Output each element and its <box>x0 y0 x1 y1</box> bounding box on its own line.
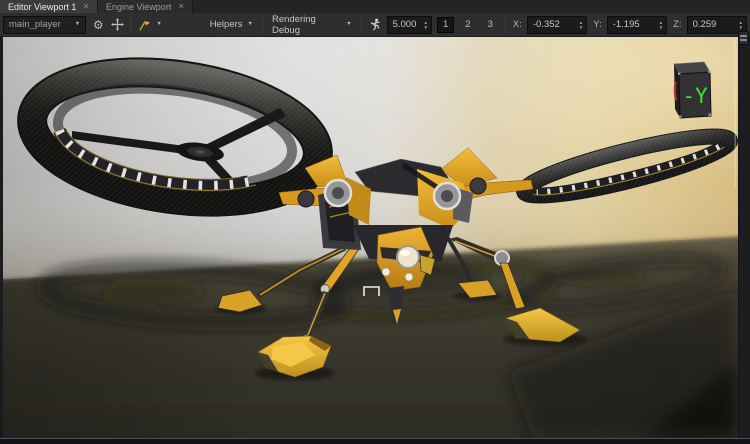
spin-down-icon[interactable]: ▼ <box>424 26 428 29</box>
spin-up-icon[interactable]: ▲ <box>659 21 663 24</box>
viewport-toolbar: main_player ▼ ⚙ ▼ Helpers ▼ <box>0 13 750 37</box>
toolbar-separator <box>130 17 131 33</box>
coord-y-label: Y: <box>593 19 601 30</box>
coord-x-value: -0.352 <box>533 19 576 30</box>
helpers-menu-button[interactable]: Helpers ▼ <box>207 16 256 34</box>
viewport-canvas[interactable]: -Y <box>3 37 738 438</box>
coord-y-input[interactable]: -1.195 ▲ ▼ <box>607 16 667 34</box>
coord-z-value: 0.259 <box>693 19 736 30</box>
camera-select-value: main_player <box>9 19 61 30</box>
tab-label: Editor Viewport 1 <box>8 2 76 12</box>
spin-down-icon[interactable]: ▼ <box>579 26 583 29</box>
spin-down-icon[interactable]: ▼ <box>659 26 663 29</box>
right-panel-edge <box>738 37 750 438</box>
editor-window: Editor Viewport 1 × Engine Viewport × ma… <box>0 0 750 444</box>
chevron-down-icon: ▼ <box>75 22 80 28</box>
move-tool-icon[interactable] <box>110 17 124 33</box>
close-icon[interactable]: × <box>83 2 89 12</box>
coord-z-label: Z: <box>673 19 681 30</box>
tab-label: Engine Viewport <box>106 2 171 12</box>
spin-up-icon[interactable]: ▲ <box>424 21 428 24</box>
close-icon[interactable]: × <box>178 2 184 12</box>
camera-slot-3-button[interactable]: 3 <box>482 17 499 33</box>
window-bottom-border <box>0 438 750 444</box>
coord-x-label: X: <box>513 19 522 30</box>
chevron-down-icon[interactable]: ▼ <box>156 22 161 28</box>
coord-y-value: -1.195 <box>613 19 656 30</box>
pick-object-tool-icon[interactable] <box>137 17 151 33</box>
coord-x-input[interactable]: -0.352 ▲ ▼ <box>527 16 587 34</box>
axis-gizmo-label: -Y <box>682 84 708 108</box>
viewport-tab-bar: Editor Viewport 1 × Engine Viewport × <box>0 0 750 13</box>
camera-speed-value: 5.000 <box>393 19 421 30</box>
gear-icon[interactable]: ⚙ <box>91 17 105 33</box>
viewport-edge-highlight <box>735 37 736 187</box>
panel-grip-icon[interactable] <box>738 31 749 45</box>
camera-speed-input[interactable]: 5.000 ▲ ▼ <box>387 16 432 34</box>
toolbar-separator <box>361 17 362 33</box>
rendering-debug-menu-button[interactable]: Rendering Debug ▼ <box>269 16 355 34</box>
tab-engine-viewport[interactable]: Engine Viewport × <box>98 0 193 13</box>
render-scene: -Y <box>3 37 738 438</box>
spin-up-icon[interactable]: ▲ <box>579 21 583 24</box>
camera-slot-2-button[interactable]: 2 <box>459 17 476 33</box>
toolbar-separator <box>262 17 263 33</box>
camera-select-combo[interactable]: main_player ▼ <box>3 16 86 34</box>
camera-slot-1-button[interactable]: 1 <box>437 17 454 33</box>
camera-speed-icon <box>368 17 382 33</box>
chevron-down-icon: ▼ <box>248 22 253 28</box>
toolbar-separator <box>505 17 506 33</box>
tab-editor-viewport-1[interactable]: Editor Viewport 1 × <box>0 0 98 13</box>
spin-up-icon[interactable]: ▲ <box>738 21 742 24</box>
axis-gizmo[interactable]: -Y <box>674 62 711 118</box>
chevron-down-icon: ▼ <box>346 22 351 28</box>
spin-down-icon[interactable]: ▼ <box>738 26 742 29</box>
